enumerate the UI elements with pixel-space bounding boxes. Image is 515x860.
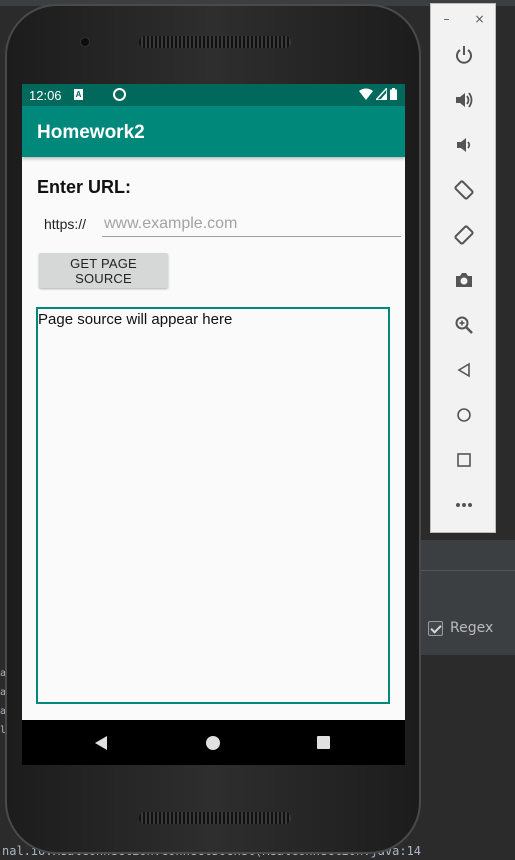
enter-url-label: Enter URL: (37, 177, 131, 197)
overview-icon[interactable] (450, 446, 478, 474)
regex-option[interactable]: Regex (428, 620, 493, 636)
home-icon[interactable] (450, 401, 478, 429)
page-source-text: Page source will appear here (38, 311, 233, 328)
android-nav-bar (22, 720, 405, 765)
emulator-toolbar: – × (430, 3, 496, 533)
zoom-icon[interactable] (450, 311, 478, 339)
url-prefix: https:// (44, 216, 87, 232)
regex-checkbox[interactable] (428, 620, 443, 636)
window-controls: – × (431, 12, 497, 26)
home-nav-icon[interactable] (206, 736, 220, 750)
regex-label: Regex (450, 620, 494, 636)
status-icons (359, 88, 397, 100)
wifi-icon (359, 88, 373, 100)
app-title: Homework2 (22, 106, 405, 157)
signal-icon (376, 88, 387, 100)
ide-find-panel (420, 570, 515, 655)
notification-a-icon: A (74, 89, 83, 100)
minimize-button[interactable]: – (443, 12, 449, 26)
ide-toolbar-band (420, 540, 515, 570)
power-icon[interactable] (450, 41, 478, 69)
bottom-speaker-grille (139, 812, 291, 824)
status-bar: 12:06 A (22, 84, 405, 106)
page-source-output[interactable]: Page source will appear here (36, 307, 390, 704)
back-nav-icon[interactable] (95, 736, 107, 750)
status-time: 12:06 (29, 88, 62, 103)
sync-icon (113, 88, 126, 101)
volume-down-icon[interactable] (450, 131, 478, 159)
get-page-source-button[interactable]: GET PAGE SOURCE (39, 253, 168, 288)
volume-up-icon[interactable] (450, 86, 478, 114)
device-screen: 12:06 A Homework2 Enter URL: https:// GE… (22, 84, 405, 765)
more-icon[interactable] (450, 491, 478, 519)
url-input[interactable] (102, 211, 401, 237)
top-speaker-grille (139, 36, 291, 48)
recents-nav-icon[interactable] (317, 736, 330, 749)
front-camera (80, 37, 90, 47)
rotate-left-icon[interactable] (450, 176, 478, 204)
battery-icon (390, 88, 397, 100)
back-icon[interactable] (450, 356, 478, 384)
camera-icon[interactable] (450, 266, 478, 294)
rotate-right-icon[interactable] (450, 221, 478, 249)
close-button[interactable]: × (474, 12, 484, 26)
